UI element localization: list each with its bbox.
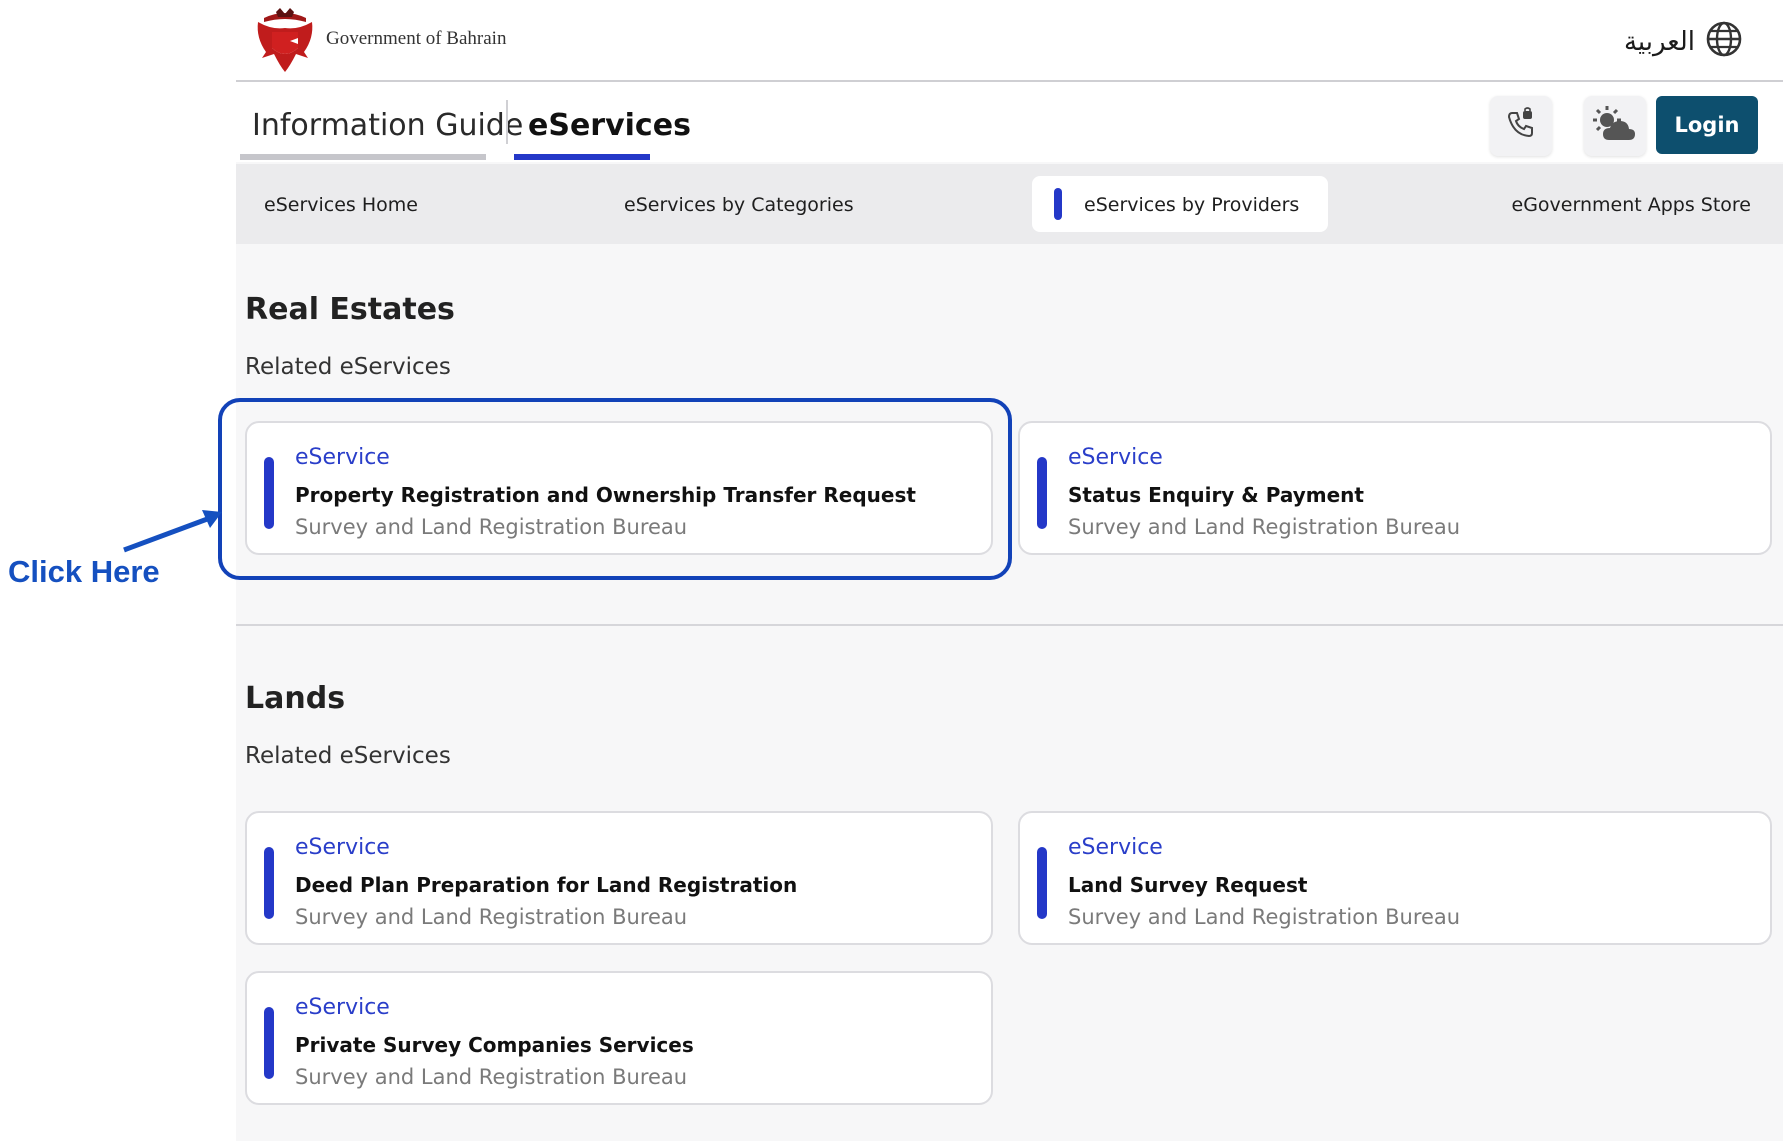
tab-underline-eservices-active (514, 154, 650, 160)
eservices-subnav: eServices Home eServices by Categories e… (236, 164, 1783, 244)
section-title-real-estates: Real Estates (245, 292, 455, 327)
card-accent-bar (1037, 457, 1047, 529)
tab-information-guide[interactable]: Information Guide (252, 108, 523, 143)
card-type-label: eService (295, 835, 390, 860)
tab-eservices[interactable]: eServices (528, 108, 691, 143)
section-subtitle: Related eServices (245, 354, 451, 380)
card-title[interactable]: Private Survey Companies Services (295, 1033, 694, 1057)
card-provider: Survey and Land Registration Bureau (295, 1065, 688, 1089)
card-type-label: eService (295, 995, 390, 1020)
active-indicator (1054, 188, 1062, 220)
highlight-box (218, 398, 1012, 580)
phone-call-icon (1504, 106, 1538, 146)
click-here-label: Click Here (8, 554, 160, 589)
service-card-land-survey[interactable]: eService Land Survey Request Survey and … (1018, 811, 1772, 945)
service-card-deed-plan[interactable]: eService Deed Plan Preparation for Land … (245, 811, 993, 945)
main-tabs: Information Guide eServices Login (236, 82, 1783, 162)
service-card-private-survey[interactable]: eService Private Survey Companies Servic… (245, 971, 993, 1105)
tab-underline-information-guide (240, 154, 486, 160)
card-type-label: eService (1068, 445, 1163, 470)
section-subtitle: Related eServices (245, 743, 451, 769)
tab-separator (506, 100, 508, 144)
card-accent-bar (264, 1007, 274, 1079)
weather-icon (1591, 104, 1639, 149)
language-switch[interactable]: العربية (1624, 20, 1743, 63)
subnav-eservices-by-providers[interactable]: eServices by Providers (1032, 176, 1328, 232)
subnav-egovernment-apps-store[interactable]: eGovernment Apps Store (1512, 194, 1752, 216)
card-title[interactable]: Deed Plan Preparation for Land Registrat… (295, 873, 797, 897)
card-title[interactable]: Status Enquiry & Payment (1068, 483, 1364, 507)
bahrain-emblem-icon[interactable] (254, 8, 316, 74)
call-center-button[interactable] (1490, 96, 1552, 156)
globe-icon[interactable] (1705, 20, 1743, 63)
subnav-eservices-home[interactable]: eServices Home (264, 194, 418, 216)
card-title[interactable]: Land Survey Request (1068, 873, 1307, 897)
language-label[interactable]: العربية (1624, 27, 1695, 57)
section-divider (236, 624, 1783, 626)
card-provider: Survey and Land Registration Bureau (1068, 515, 1461, 539)
login-button[interactable]: Login (1656, 96, 1758, 154)
service-card-status-enquiry[interactable]: eService Status Enquiry & Payment Survey… (1018, 421, 1772, 555)
card-accent-bar (264, 847, 274, 919)
card-accent-bar (1037, 847, 1047, 919)
section-title-lands: Lands (245, 681, 346, 716)
pointer-arrow-icon (118, 506, 224, 561)
card-provider: Survey and Land Registration Bureau (1068, 905, 1461, 929)
subnav-eservices-by-categories[interactable]: eServices by Categories (624, 194, 854, 216)
subnav-providers-label: eServices by Providers (1084, 194, 1300, 216)
top-bar: Government of Bahrain العربية (236, 0, 1783, 82)
card-type-label: eService (1068, 835, 1163, 860)
government-name[interactable]: Government of Bahrain (326, 28, 506, 50)
card-provider: Survey and Land Registration Bureau (295, 905, 688, 929)
weather-button[interactable] (1584, 96, 1646, 156)
